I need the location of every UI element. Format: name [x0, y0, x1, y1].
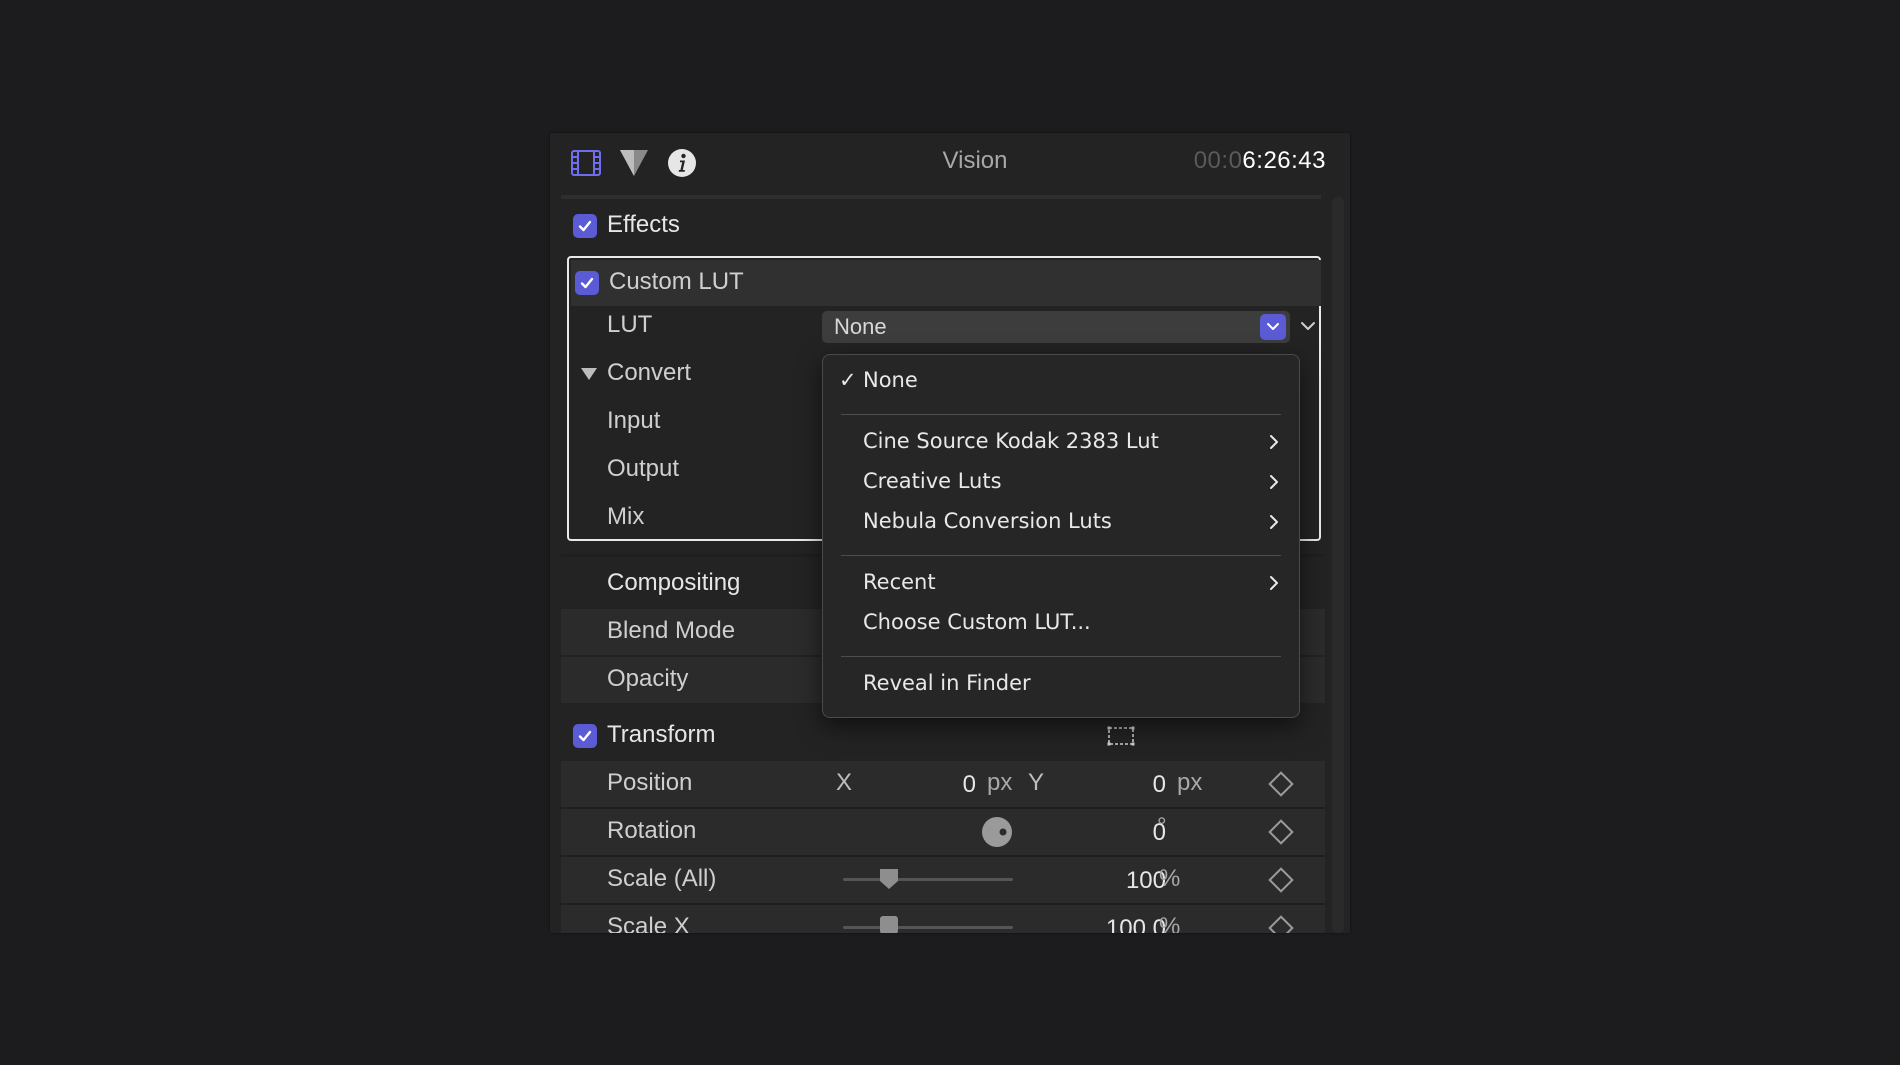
video-inspector-icon[interactable]	[566, 143, 606, 183]
timecode-dim: 00:0	[1193, 147, 1243, 174]
transform-label: Transform	[607, 721, 716, 748]
rotation-unit: °	[1157, 813, 1167, 840]
slider-thumb-icon[interactable]	[880, 916, 898, 933]
transform-section-row: Transform	[561, 713, 1325, 759]
scale-all-value[interactable]: 100	[1071, 867, 1166, 895]
rotation-value[interactable]: 0	[1071, 819, 1166, 847]
menu-separator	[841, 414, 1281, 415]
scale-all-unit: %	[1159, 865, 1181, 892]
position-x-label: X	[836, 769, 853, 796]
onscreen-controls-icon[interactable]	[1107, 726, 1135, 751]
rotation-label: Rotation	[607, 817, 697, 844]
position-x-value[interactable]: 0	[881, 771, 976, 799]
color-inspector-icon[interactable]	[614, 143, 654, 183]
checkmark-icon: ✓	[839, 368, 857, 392]
output-label: Output	[607, 455, 680, 482]
keyframe-icon[interactable]	[1268, 819, 1294, 845]
lut-popup-menu: ✓ None Cine Source Kodak 2383 Lut Creati…	[822, 354, 1300, 718]
popup-stepper-icon[interactable]	[1260, 314, 1286, 340]
scale-x-value[interactable]: 100.0	[1071, 915, 1166, 933]
position-x-unit: px	[987, 769, 1013, 796]
menu-item-creative-luts[interactable]: Creative Luts	[863, 469, 1002, 493]
scale-x-unit: %	[1159, 913, 1181, 933]
custom-lut-header: Custom LUT	[571, 260, 1321, 306]
menu-separator	[841, 555, 1281, 556]
menu-item-reveal-in-finder[interactable]: Reveal in Finder	[863, 671, 1031, 695]
transform-checkbox[interactable]	[573, 724, 597, 748]
compositing-label: Compositing	[607, 569, 741, 596]
info-inspector-icon[interactable]	[662, 143, 702, 183]
menu-item-none[interactable]: None	[863, 368, 918, 392]
disclosure-triangle-icon[interactable]	[580, 367, 598, 386]
effects-section-row: Effects	[561, 203, 1325, 249]
chevron-right-icon	[1269, 434, 1279, 454]
rotation-row: Rotation 0 °	[561, 809, 1325, 855]
effects-label: Effects	[607, 211, 680, 238]
lut-popup[interactable]: None	[822, 311, 1290, 343]
keyframe-icon[interactable]	[1268, 915, 1294, 933]
position-label: Position	[607, 769, 693, 796]
menu-item-choose-custom-lut[interactable]: Choose Custom LUT...	[863, 610, 1091, 634]
menu-item-nebula-conversion[interactable]: Nebula Conversion Luts	[863, 509, 1112, 533]
slider-thumb-icon[interactable]	[879, 868, 899, 895]
mix-label: Mix	[607, 503, 645, 530]
custom-lut-label: Custom LUT	[609, 268, 744, 295]
scale-x-row: Scale X 100.0 %	[561, 905, 1325, 933]
menu-item-recent[interactable]: Recent	[863, 570, 936, 594]
scale-all-row: Scale (All) 100 %	[561, 857, 1325, 903]
chevron-right-icon	[1269, 514, 1279, 534]
rotation-dial-icon[interactable]	[981, 816, 1013, 853]
scale-x-slider[interactable]	[843, 926, 1013, 929]
position-row: Position X 0 px Y 0 px	[561, 761, 1325, 807]
chevron-right-icon	[1269, 575, 1279, 595]
scale-all-slider[interactable]	[843, 878, 1013, 881]
custom-lut-checkbox[interactable]	[575, 271, 599, 295]
scale-x-label: Scale X	[607, 913, 690, 933]
keyframe-icon[interactable]	[1268, 771, 1294, 797]
keyframe-icon[interactable]	[1268, 867, 1294, 893]
timecode: 00:06:26:43	[1194, 147, 1326, 175]
opacity-label: Opacity	[607, 665, 689, 692]
menu-separator	[841, 656, 1281, 657]
inspector-header: Vision 00:06:26:43	[550, 133, 1350, 195]
chevron-down-icon[interactable]	[1300, 319, 1316, 337]
timecode-value: 6:26:43	[1242, 147, 1326, 174]
input-label: Input	[607, 407, 661, 434]
lut-popup-value: None	[834, 314, 887, 339]
header-divider	[561, 195, 1321, 199]
position-y-unit: px	[1177, 769, 1203, 796]
menu-item-cine-source[interactable]: Cine Source Kodak 2383 Lut	[863, 429, 1159, 453]
position-y-value[interactable]: 0	[1071, 771, 1166, 799]
effects-checkbox[interactable]	[573, 214, 597, 238]
blend-mode-label: Blend Mode	[607, 617, 736, 644]
scale-all-label: Scale (All)	[607, 865, 717, 892]
position-y-label: Y	[1028, 769, 1045, 796]
convert-label: Convert	[607, 359, 692, 386]
clip-title: Vision	[942, 147, 1008, 174]
scrollbar[interactable]	[1332, 197, 1344, 933]
lut-label: LUT	[607, 311, 653, 338]
chevron-right-icon	[1269, 474, 1279, 494]
